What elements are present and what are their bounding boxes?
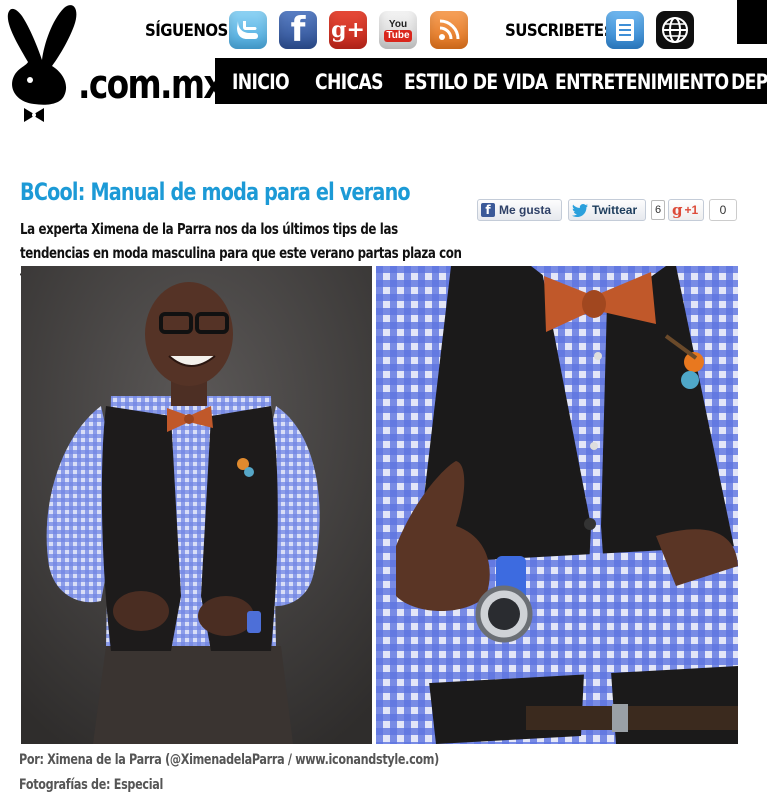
author-credit[interactable]: Por: Ximena de la Parra (@XimenadelaParr… [19,752,439,768]
google-plus-glyph: g+ [331,17,365,43]
google-plus-icon[interactable]: g+ [329,11,367,49]
web-icon[interactable] [656,11,694,49]
photo-credit: Fotografías de: Especial [19,777,163,793]
tweet-count: 6 [651,200,665,220]
newsletter-icon[interactable] [606,11,644,49]
tweet-label: Twittear [592,203,638,217]
main-nav: INICIO CHICAS ESTILO DE VIDA ENTRETENIMI… [215,58,767,104]
logo-text: .com.mx [78,62,225,108]
google-plus-one-button[interactable]: g +1 [668,199,704,221]
nav-item-deportes[interactable]: DEPORTES [731,70,767,94]
youtube-top-text: You [388,18,408,30]
nav-item-entretenimiento[interactable]: ENTRETENIMIENTO [555,70,729,94]
tweet-button[interactable]: Twittear [568,199,646,221]
youtube-bottom-text: Tube [384,29,412,42]
like-label: Me gusta [499,203,552,217]
subscribe-label: SUSCRIBETE: [505,21,610,41]
facebook-like-button[interactable]: f Me gusta [477,199,562,221]
photo-full-body-image [21,266,372,744]
facebook-small-icon: f [481,203,495,217]
article-photo-closeup[interactable] [376,266,738,744]
twitter-icon[interactable] [229,11,267,49]
facebook-icon[interactable]: f [279,10,317,50]
bunny-logo-icon [7,5,77,122]
nav-item-inicio[interactable]: INICIO [232,70,290,94]
nav-item-chicas[interactable]: CHICAS [315,70,384,94]
plus-one-label: +1 [684,203,699,217]
nav-item-estilo-de-vida[interactable]: ESTILO DE VIDA [404,70,548,94]
youtube-icon[interactable]: You Tube [379,11,417,49]
plus-one-count: 0 [709,199,737,221]
photo-closeup-image [376,266,738,744]
header-corner-block [737,0,767,44]
facebook-glyph: f [290,10,306,50]
google-plus-small-icon: g [672,201,683,219]
article-title[interactable]: BCool: Manual de moda para el verano [20,178,411,206]
article-photo-full-body[interactable] [21,266,372,744]
rss-icon[interactable] [430,11,468,49]
follow-label: SÍGUENOS: [145,21,234,41]
twitter-bird-icon [572,203,588,217]
